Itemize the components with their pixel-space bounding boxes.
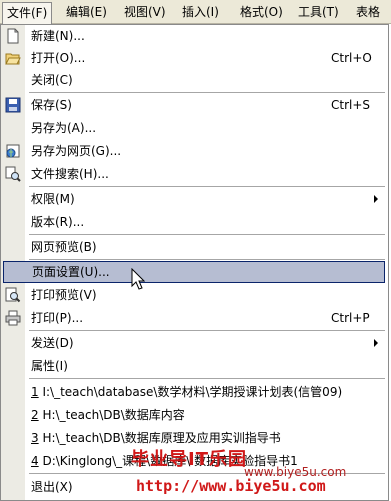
menu-item-permission-label: 权限(M) <box>31 192 75 206</box>
menu-item-print-shortcut: Ctrl+P <box>331 311 370 325</box>
menu-item-web-preview[interactable]: 网页预览(B) <box>1 236 388 258</box>
menubar-edit[interactable]: 编辑(E) <box>62 0 111 24</box>
menu-item-web-preview-label: 网页预览(B) <box>31 240 97 254</box>
recent-file-path: H:\_teach\DB\数据库原理及应用实训指导书 <box>42 431 281 445</box>
open-folder-icon <box>5 53 21 65</box>
menu-separator <box>29 259 385 260</box>
recent-file-path: H:\_teach\DB\数据库内容 <box>42 408 185 422</box>
menu-item-save-label: 保存(S) <box>31 98 72 112</box>
menu-item-open-label: 打开(O)... <box>31 51 86 65</box>
menubar-insert[interactable]: 插入(I) <box>178 0 223 24</box>
menu-separator <box>29 378 385 379</box>
menu-item-file-search[interactable]: 文件搜索(H)... <box>1 163 388 185</box>
recent-file-item[interactable]: 2 H:\_teach\DB\数据库内容 <box>1 404 388 426</box>
menu-item-version[interactable]: 版本(R)... <box>1 211 388 233</box>
print-preview-icon <box>5 287 21 303</box>
menu-item-save-as-web-label: 另存为网页(G)... <box>31 144 122 158</box>
menubar-table[interactable]: 表格 <box>352 0 384 24</box>
menubar-file[interactable]: 文件(F) <box>2 2 53 24</box>
recent-file-number: 1 <box>31 385 39 399</box>
menu-item-close-label: 关闭(C) <box>31 73 73 87</box>
menu-item-permission[interactable]: 权限(M) <box>1 188 388 210</box>
menu-item-save-shortcut: Ctrl+S <box>331 98 371 112</box>
menubar-view[interactable]: 视图(V) <box>120 0 170 24</box>
menu-separator <box>29 186 385 187</box>
menubar-tools[interactable]: 工具(T) <box>294 0 343 24</box>
menubar-format[interactable]: 格式(O) <box>236 0 287 24</box>
menu-item-save-as-label: 另存为(A)... <box>31 121 97 135</box>
menu-item-print-label: 打印(P)... <box>31 311 84 325</box>
menu-item-file-search-label: 文件搜索(H)... <box>31 167 109 181</box>
submenu-arrow-icon <box>374 339 378 347</box>
menu-item-page-setup[interactable]: 页面设置(U)... <box>3 261 385 283</box>
menu-separator <box>29 330 385 331</box>
watermark-title: 毕业导IT乐园 <box>131 449 247 470</box>
menu-item-new[interactable]: 新建(N)... <box>1 25 388 47</box>
menu-item-properties[interactable]: 属性(I) <box>1 355 388 377</box>
menu-item-open[interactable]: 打开(O)... Ctrl+O <box>1 47 388 69</box>
web-page-icon <box>6 144 20 158</box>
menu-item-print-preview[interactable]: 打印预览(V) <box>1 284 388 306</box>
menu-separator <box>29 92 385 93</box>
menu-item-save-as[interactable]: 另存为(A)... <box>1 117 388 139</box>
menu-item-print-preview-label: 打印预览(V) <box>31 288 97 302</box>
file-search-icon <box>5 166 21 182</box>
menu-item-open-shortcut: Ctrl+O <box>331 51 372 65</box>
menu-item-version-label: 版本(R)... <box>31 215 85 229</box>
menu-item-new-label: 新建(N)... <box>31 29 85 43</box>
menu-item-properties-label: 属性(I) <box>31 359 68 373</box>
watermark-url: http://www.biye5u.com <box>136 477 326 495</box>
file-menu-dropdown: 新建(N)... 打开(O)... Ctrl+O 关闭(C) 保存(S) Ctr… <box>0 24 389 501</box>
recent-file-item[interactable]: 1 I:\_teach\database\数学材料\学期授课计划表(信管09) <box>1 381 388 403</box>
recent-file-number: 2 <box>31 408 39 422</box>
menu-item-save[interactable]: 保存(S) Ctrl+S <box>1 94 388 116</box>
submenu-arrow-icon <box>374 195 378 203</box>
menu-item-page-setup-label: 页面设置(U)... <box>32 265 110 279</box>
printer-icon <box>5 310 21 326</box>
save-disk-icon <box>5 97 21 113</box>
menu-item-send-to-label: 发送(D) <box>31 336 74 350</box>
menu-item-exit-label: 退出(X) <box>31 480 73 494</box>
menu-separator <box>29 234 385 235</box>
mouse-cursor-icon <box>131 268 145 290</box>
recent-file-path: I:\_teach\database\数学材料\学期授课计划表(信管09) <box>42 385 343 399</box>
menu-item-save-as-web[interactable]: 另存为网页(G)... <box>1 140 388 162</box>
menu-item-close[interactable]: 关闭(C) <box>1 69 388 91</box>
new-document-icon <box>7 28 19 44</box>
menu-item-send-to[interactable]: 发送(D) <box>1 332 388 354</box>
menu-item-print[interactable]: 打印(P)... Ctrl+P <box>1 307 388 329</box>
menu-bar: 文件(F) 编辑(E) 视图(V) 插入(I) 格式(O) 工具(T) 表格 <box>0 0 391 24</box>
recent-file-number: 3 <box>31 431 39 445</box>
recent-file-number: 4 <box>31 454 39 468</box>
